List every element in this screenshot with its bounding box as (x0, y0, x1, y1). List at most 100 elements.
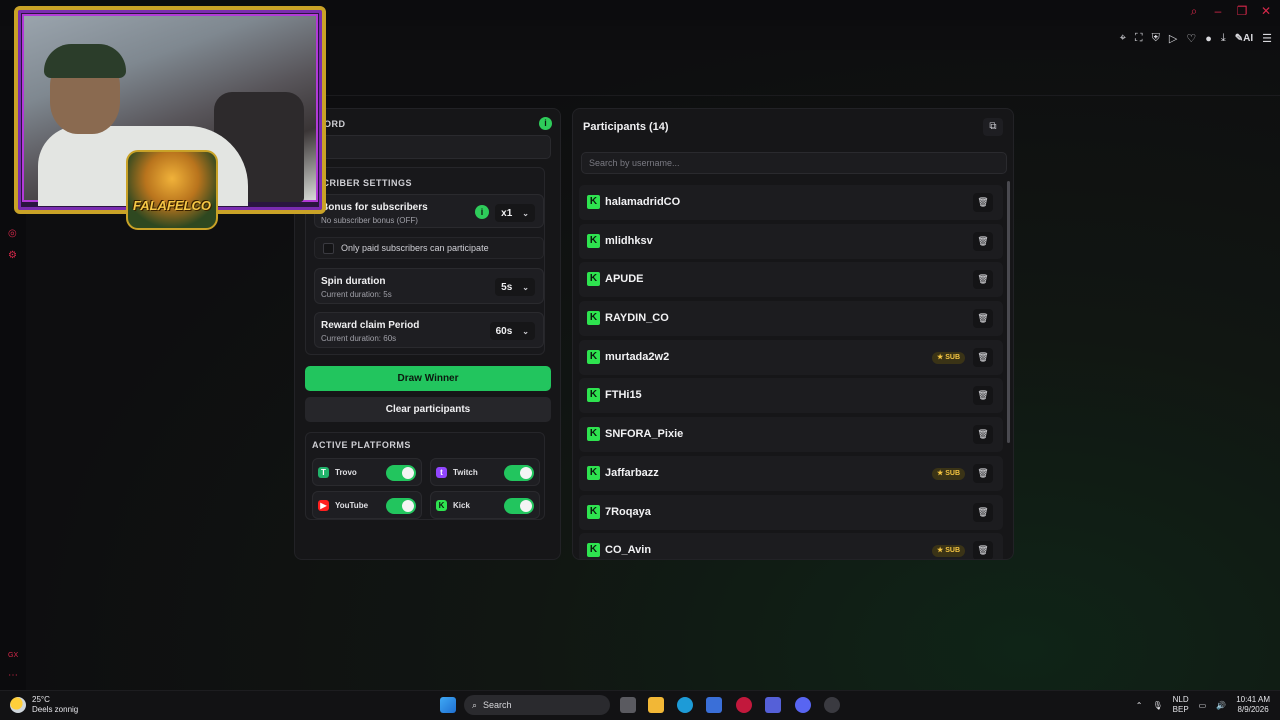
lang-bottom: BEP (1172, 705, 1189, 714)
trash-icon[interactable]: 🗑 (973, 541, 993, 559)
store-icon[interactable] (706, 697, 722, 713)
task-view-icon[interactable] (620, 697, 636, 713)
participant-name: Jaffarbazz (605, 466, 659, 479)
participant-row: K SNFORA_Pixie 🗑 (579, 417, 1003, 453)
clock[interactable]: 10:41 AM 8/9/2026 (1236, 695, 1270, 715)
keyword-input[interactable] (311, 135, 551, 159)
menu-icon[interactable]: ☰ (1262, 32, 1272, 45)
trash-icon[interactable]: 🗑 (973, 193, 993, 212)
screenshot-icon[interactable]: ⛶ (1135, 32, 1143, 45)
kick-toggle[interactable] (504, 498, 534, 514)
discord-icon[interactable] (795, 697, 811, 713)
trash-icon[interactable]: 🗑 (973, 270, 993, 290)
heart-icon[interactable]: ♡ (1186, 32, 1196, 45)
trash-icon[interactable]: 🗑 (973, 502, 993, 522)
bonus-subtitle: No subscriber bonus (OFF) (321, 216, 418, 225)
participant-name: FTHi15 (605, 389, 642, 402)
kick-icon: K (436, 500, 447, 511)
more-icon[interactable]: ⋯ (8, 670, 18, 681)
platform-label: YouTube (335, 501, 369, 510)
platforms-title: ACTIVE PLATFORMS (312, 440, 411, 450)
info-icon[interactable]: i (475, 205, 489, 219)
participant-name: APUDE (605, 273, 644, 286)
minimize-icon[interactable]: – (1212, 4, 1224, 19)
chevron-down-icon: ⌄ (522, 208, 529, 218)
download-icon[interactable]: ⤓ (1221, 32, 1226, 45)
trovo-toggle[interactable] (386, 465, 416, 481)
mic-icon[interactable]: 🎙 (1152, 701, 1162, 710)
restore-icon[interactable]: ❐ (1236, 4, 1248, 19)
opera-gx-icon[interactable] (736, 697, 752, 713)
play-icon[interactable]: ▷ (1169, 32, 1177, 45)
trash-icon[interactable]: 🗑 (973, 386, 993, 406)
person-cap (44, 44, 126, 78)
twitch-toggle[interactable] (504, 465, 534, 481)
reward-value: 60s (495, 325, 513, 337)
window-controls: ⌕ – ❐ ✕ (1188, 4, 1272, 19)
trash-icon[interactable]: 🗑 (973, 463, 993, 483)
chevron-up-icon[interactable]: ⌃ (1136, 701, 1143, 710)
sub-badge: ★ SUB (931, 545, 965, 558)
sub-badge-label: SUB (945, 547, 960, 555)
trash-icon[interactable]: 🗑 (973, 425, 993, 445)
pin-icon[interactable]: ⌖ (1120, 32, 1126, 45)
participant-name: mlidhksv (605, 234, 653, 247)
participant-name: halamadridCO (605, 196, 681, 208)
participants-list: KhalamadridCO 🗑 Kmlidhksv 🗑 K APUDE 🗑 K RAYDIN_C… (579, 185, 1003, 559)
info-icon[interactable]: i (539, 117, 552, 130)
spin-select[interactable]: 5s ⌄ (495, 278, 535, 296)
participant-row: K FTHi15 🗑 (579, 378, 1003, 414)
file-explorer-icon[interactable] (648, 697, 664, 713)
spin-value: 5s (501, 281, 513, 293)
draw-winner-button[interactable]: Draw Winner (305, 366, 551, 391)
speaker-icon[interactable]: 🔊 (1216, 701, 1226, 710)
youtube-toggle[interactable] (386, 498, 416, 514)
toolbar-icons: ⌖ ⛶ ⛨ ▷ ♡ ● ⤓ ✎AI ☰ (1120, 32, 1272, 45)
search-input[interactable] (581, 152, 1007, 174)
copy-icon[interactable]: ⧉ (983, 118, 1003, 136)
paid-only-checkbox[interactable] (323, 243, 334, 254)
reward-subtitle: Current duration: 60s (321, 334, 397, 343)
logo-text: FALAFELCO (133, 198, 211, 213)
platform-trovo: T Trovo (312, 458, 422, 486)
app-icon[interactable] (824, 697, 840, 713)
participant-name: 7Roqaya (605, 505, 651, 518)
taskbar-search[interactable]: ⌕ Search (464, 695, 610, 715)
edge-icon[interactable] (677, 697, 693, 713)
scrollbar[interactable] (1007, 181, 1010, 443)
platform-label: Kick (453, 501, 470, 510)
kick-icon: K (587, 543, 600, 558)
start-icon[interactable] (440, 697, 456, 713)
clear-participants-button[interactable]: Clear participants (305, 397, 551, 422)
participant-name: murtada2w2 (605, 350, 670, 363)
platform-label: Twitch (453, 468, 478, 477)
shield-icon[interactable]: ⛨ (1152, 32, 1160, 45)
settings-icon[interactable]: ⚙ (8, 250, 17, 261)
bonus-value: x1 (501, 207, 513, 219)
participant-row: K CO_Avin ★ SUB 🗑 (579, 533, 1003, 559)
platform-label: Trovo (335, 468, 357, 477)
gx-icon[interactable]: GX (8, 652, 18, 659)
weather-widget[interactable]: 25°C Deels zonnig (10, 695, 78, 715)
bonus-card: Bonus for subscribers No subscriber bonu… (314, 194, 544, 228)
participant-row: K RAYDIN_CO 🗑 (579, 301, 1003, 337)
trash-icon[interactable]: 🗑 (973, 347, 993, 367)
app-icon[interactable] (765, 697, 781, 713)
sub-badge-label: SUB (945, 469, 960, 477)
search-icon[interactable]: ⌕ (1188, 4, 1200, 19)
clock-time: 10:41 AM (1236, 695, 1270, 704)
active-platforms: ACTIVE PLATFORMS T Trovo t Twitch ▶ YouT… (305, 432, 545, 520)
profile-icon[interactable]: ● (1205, 33, 1212, 45)
ai-icon[interactable]: ✎AI (1235, 33, 1253, 44)
reward-select[interactable]: 60s ⌄ (489, 322, 535, 340)
close-icon[interactable]: ✕ (1260, 4, 1272, 19)
bonus-select[interactable]: x1 ⌄ (495, 204, 535, 222)
search-icon: ⌕ (472, 699, 478, 710)
trash-icon[interactable]: 🗑 (973, 231, 993, 251)
display-icon[interactable]: ▭ (1199, 701, 1207, 710)
language-indicator[interactable]: NLD BEP (1173, 695, 1189, 715)
trash-icon[interactable]: 🗑 (973, 309, 993, 329)
weather-text: 25°C Deels zonnig (32, 695, 78, 715)
subscriber-settings-title: SCRIBER SETTINGS (316, 178, 413, 188)
paid-only-row[interactable]: Only paid subscribers can participate (314, 237, 544, 259)
